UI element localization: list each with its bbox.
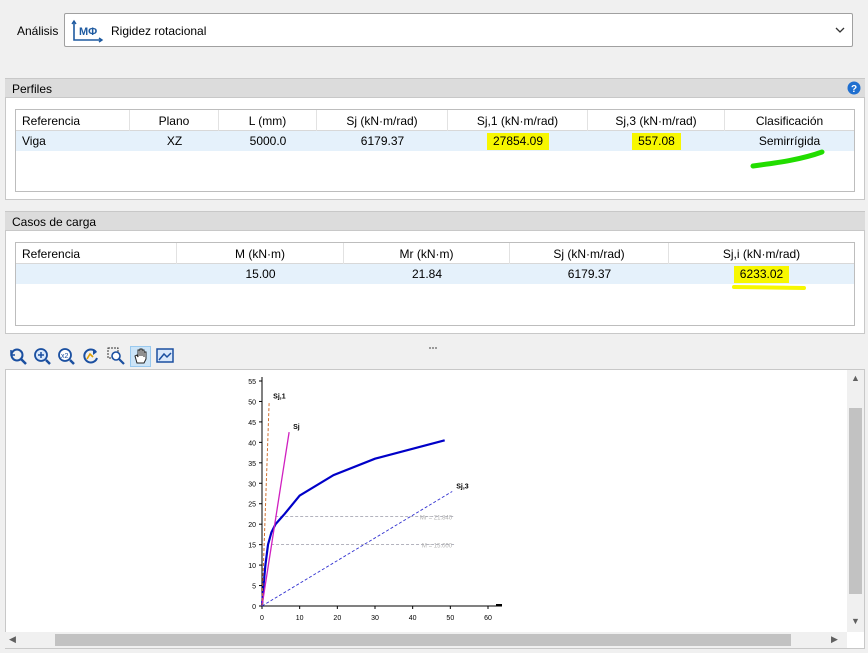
load-cases-title: Casos de carga (12, 215, 97, 229)
x-tick-label: 40 (409, 615, 417, 622)
chevron-down-icon[interactable] (834, 24, 846, 36)
analysis-value: Rigidez rotacional (111, 24, 207, 38)
y-tick-label: 50 (248, 399, 256, 406)
col-mr[interactable]: Mr (kN·m) (344, 243, 510, 264)
svg-text:MΦ: MΦ (79, 26, 97, 38)
help-icon[interactable]: ? (847, 81, 861, 98)
analysis-bar: Análisis MΦ Rigidez rotacional (0, 0, 868, 70)
svg-text:?: ? (851, 84, 857, 95)
cell-plano: XZ (166, 134, 183, 148)
load-cases-header: Casos de carga (5, 211, 865, 231)
col-sj3[interactable]: Sj,3 (kN·m/rad) (588, 110, 725, 131)
series-line-sj (261, 432, 290, 607)
moment-rotation-icon: MΦ (71, 19, 105, 43)
y-tick-label: 35 (248, 461, 256, 468)
y-tick-label: 10 (248, 563, 256, 570)
horizontal-scroll-thumb[interactable] (55, 634, 791, 646)
cell-sj1: 27854.09 (486, 133, 550, 150)
y-tick-label: 15 (248, 543, 256, 550)
scroll-left-icon[interactable]: ◀ (9, 634, 16, 645)
x-tick-label: 10 (296, 615, 304, 622)
export-image-icon[interactable] (155, 346, 176, 367)
moment-rotation-chart: 0 5 10 15 20 25 30 35 40 45 50 55 0 10 20 30 40 50 60 Mr = … (248, 377, 502, 622)
vertical-scrollbar[interactable]: ▲ ▼ (847, 370, 864, 632)
y-tick-label: 40 (248, 440, 256, 447)
profiles-header: Perfiles ? (5, 78, 865, 98)
table-row[interactable]: Viga XZ 5000.0 6179.37 27854.09 557.08 S… (16, 131, 854, 151)
cell-referencia: Viga (22, 134, 46, 148)
y-tick-label: 5 (252, 584, 256, 591)
x-tick-label: 30 (371, 615, 379, 622)
zoom-x2-icon[interactable]: x2 (56, 346, 77, 367)
chart-toolbar: x2 (0, 344, 868, 368)
profiles-header-row: Referencia Plano L (mm) Sj (kN·m/rad) Sj… (16, 110, 854, 131)
analysis-label: Análisis (17, 24, 59, 38)
col-referencia[interactable]: Referencia (16, 110, 130, 131)
col-referencia[interactable]: Referencia (16, 243, 177, 264)
refresh-icon[interactable] (81, 346, 102, 367)
series-label: Sj,3 (456, 483, 469, 490)
cell-referencia (16, 264, 177, 285)
profiles-table: Referencia Plano L (mm) Sj (kN·m/rad) Sj… (15, 109, 855, 192)
y-tick-label: 30 (248, 481, 256, 488)
x-tick-label: 20 (333, 615, 341, 622)
svg-text:x2: x2 (61, 353, 69, 360)
yellow-marker-annotation (732, 285, 806, 290)
cell-sji: 6233.02 (733, 266, 790, 283)
zoom-fit-icon[interactable] (32, 346, 53, 367)
load-cases-header-row: Referencia M (kN·m) Mr (kN·m) Sj (kN·m/r… (16, 243, 854, 264)
moment-rotation-curve (260, 439, 445, 607)
profiles-title: Perfiles (12, 82, 53, 96)
col-sj1[interactable]: Sj,1 (kN·m/rad) (448, 110, 588, 131)
y-tick-label: 0 (252, 604, 256, 611)
cell-l: 5000.0 (249, 134, 287, 148)
y-tick-label: 25 (248, 502, 256, 509)
reference-line-label: M = 15.000 (422, 544, 453, 550)
y-tick-label: 20 (248, 522, 256, 529)
horizontal-scrollbar[interactable]: ◀ ▶ (5, 632, 847, 648)
cell-sj3: 557.08 (632, 133, 681, 150)
zoom-reset-icon[interactable] (8, 346, 29, 367)
col-l[interactable]: L (mm) (219, 110, 317, 131)
analysis-select[interactable]: MΦ Rigidez rotacional (64, 13, 853, 47)
zoom-window-icon[interactable] (106, 346, 127, 367)
reference-line-label: Mr = 21.840 (420, 516, 453, 522)
series-label: Sj (293, 424, 300, 431)
table-row[interactable]: 15.00 21.84 6179.37 6233.02 (16, 264, 854, 284)
splitter-handle[interactable] (429, 205, 441, 216)
cell-sj: 6179.37 (567, 267, 612, 281)
series-label: Sj,1 (273, 393, 286, 400)
col-sj[interactable]: Sj (kN·m/rad) (510, 243, 669, 264)
load-cases-panel: Referencia M (kN·m) Mr (kN·m) Sj (kN·m/r… (5, 231, 865, 334)
cell-sj: 6179.37 (360, 134, 405, 148)
x-tick-label: 60 (484, 615, 492, 622)
pan-hand-icon[interactable] (130, 346, 151, 367)
load-cases-table: Referencia M (kN·m) Mr (kN·m) Sj (kN·m/r… (15, 242, 855, 326)
scroll-down-icon[interactable]: ▼ (851, 616, 860, 626)
vertical-scroll-thumb[interactable] (849, 408, 862, 594)
y-tick-label: 45 (248, 420, 256, 427)
x-tick-label: 50 (446, 615, 454, 622)
chart-area[interactable]: 0 5 10 15 20 25 30 35 40 45 50 55 0 10 20 30 40 50 60 Mr = … (5, 369, 865, 649)
cell-mr: 21.84 (411, 267, 443, 281)
splitter-handle[interactable] (429, 338, 441, 349)
scroll-up-icon[interactable]: ▲ (851, 373, 860, 383)
col-sj[interactable]: Sj (kN·m/rad) (317, 110, 448, 131)
col-m[interactable]: M (kN·m) (177, 243, 344, 264)
green-marker-annotation (750, 149, 825, 169)
x-tick-label: 0 (260, 615, 264, 622)
series-line-sj1 (261, 401, 270, 607)
col-sji[interactable]: Sj,i (kN·m/rad) (669, 243, 854, 264)
col-clasificacion[interactable]: Clasificación (725, 110, 854, 131)
y-tick-label: 55 (248, 379, 256, 386)
profiles-panel: Referencia Plano L (mm) Sj (kN·m/rad) Sj… (5, 98, 865, 200)
cell-m: 15.00 (245, 267, 276, 281)
col-plano[interactable]: Plano (130, 110, 219, 131)
scroll-right-icon[interactable]: ▶ (831, 634, 838, 645)
